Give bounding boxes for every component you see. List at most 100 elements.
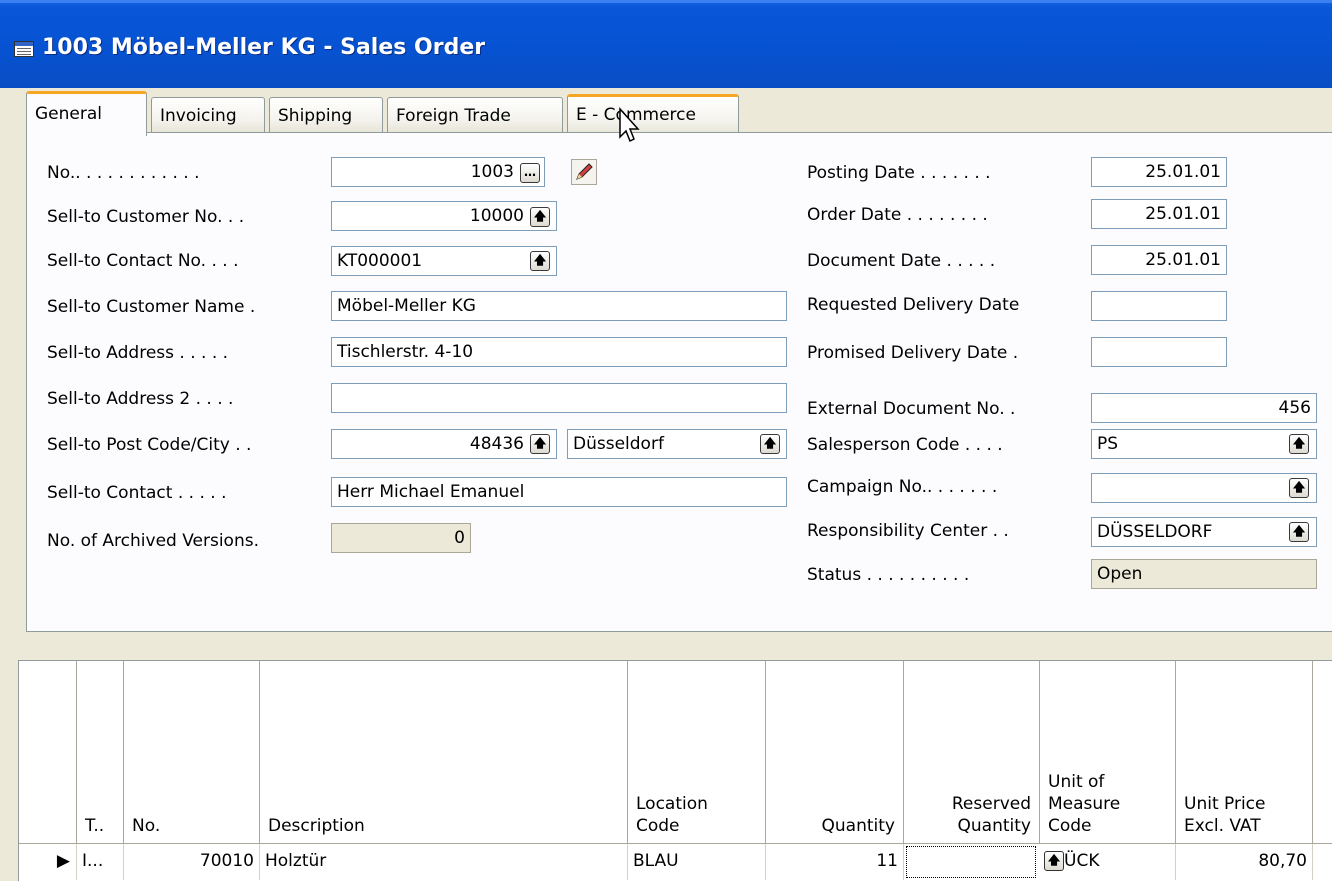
lookup-arrow-icon[interactable]: 🡅 <box>530 434 550 454</box>
line-reserved-quantity-cell[interactable] <box>906 846 1036 878</box>
sell-to-customer-no-label: Sell-to Customer No. . . <box>47 207 245 227</box>
sell-to-contact-value: Herr Michael Emanuel <box>337 482 525 502</box>
lookup-arrow-icon[interactable]: 🡅 <box>530 207 550 227</box>
line-quantity-cell[interactable]: 11 <box>766 844 904 880</box>
sell-to-post-code-field[interactable]: 48436 <box>331 429 557 459</box>
promised-delivery-date-field[interactable] <box>1091 337 1227 367</box>
no-value: 1003 <box>470 162 514 182</box>
header-label: Location Code <box>636 793 708 837</box>
lookup-arrow-icon[interactable]: 🡅 <box>530 251 550 271</box>
column-header-description[interactable]: Description <box>260 661 628 843</box>
sell-to-address-2-field[interactable] <box>331 383 787 413</box>
mouse-cursor-icon <box>619 107 640 143</box>
no-field[interactable]: 1003 <box>331 157 545 187</box>
line-no-cell[interactable]: 70010 <box>124 844 260 880</box>
header-line: Measure <box>1048 794 1121 814</box>
sell-to-contact-no-field[interactable]: KT000001 <box>331 246 557 276</box>
salesperson-code-field[interactable]: PS <box>1091 429 1317 459</box>
lookup-arrow-icon[interactable]: 🡅 <box>760 434 780 454</box>
external-document-no-value: 456 <box>1278 398 1311 418</box>
lookup-arrow-icon[interactable]: 🡅 <box>1289 434 1309 454</box>
card-panel: General Invoicing Shipping Foreign Trade… <box>18 88 1332 638</box>
header-label: Description <box>268 816 365 836</box>
post-code-value: 48436 <box>469 434 524 454</box>
column-header-no[interactable]: No. <box>124 661 260 843</box>
column-header-type[interactable]: T.. <box>77 661 124 843</box>
column-header-unit-price[interactable]: Unit Price Excl. VAT <box>1176 661 1313 843</box>
lookup-arrow-icon[interactable]: 🡅 <box>1289 478 1309 498</box>
header-label: Unit Price Excl. VAT <box>1184 793 1265 837</box>
campaign-no-label: Campaign No.. . . . . . . <box>807 477 998 497</box>
sell-to-customer-no-value: 10000 <box>469 206 524 226</box>
sell-to-customer-name-field[interactable]: Möbel-Meller KG <box>331 291 787 321</box>
tab-shipping[interactable]: Shipping <box>269 97 383 134</box>
no-archived-versions-field: 0 <box>331 523 471 553</box>
line-unit-price-cell[interactable]: 80,70 <box>1176 844 1313 880</box>
no-label: No.. . . . . . . . . . . . <box>47 163 200 183</box>
external-document-no-field[interactable]: 456 <box>1091 393 1317 423</box>
tab-foreign-trade[interactable]: Foreign Trade <box>387 97 563 134</box>
tab-label: General <box>35 104 102 124</box>
order-date-field[interactable]: 25.01.01 <box>1091 199 1227 229</box>
column-header-reserved-quantity[interactable]: Reserved Quantity <box>904 661 1040 843</box>
sell-to-contact-field[interactable]: Herr Michael Emanuel <box>331 477 787 507</box>
sell-to-customer-name-value: Möbel-Meller KG <box>337 296 476 316</box>
order-date-label: Order Date . . . . . . . . <box>807 205 988 225</box>
tab-label: Invoicing <box>160 106 237 126</box>
sell-to-address-2-label: Sell-to Address 2 . . . . <box>47 389 234 409</box>
lookup-arrow-icon[interactable]: 🡅 <box>1289 522 1309 542</box>
window-title: 1003 Möbel-Meller KG - Sales Order <box>42 35 486 60</box>
salesperson-code-value: PS <box>1097 434 1119 454</box>
tab-general[interactable]: General <box>26 91 147 136</box>
header-line: Code <box>636 816 680 836</box>
tab-label: Shipping <box>278 106 353 126</box>
sell-to-post-code-city-label: Sell-to Post Code/City . . <box>47 435 252 455</box>
sell-to-customer-name-label: Sell-to Customer Name . <box>47 297 256 317</box>
campaign-no-field[interactable] <box>1091 473 1317 503</box>
line-location-code-cell[interactable]: BLAU <box>628 844 766 880</box>
table-row[interactable]: ▶ I... 70010 Holztür BLAU 11 🡅 ÜCK 80,70 <box>19 843 1332 881</box>
sell-to-contact-label: Sell-to Contact . . . . . <box>47 483 227 503</box>
edit-pencil-icon[interactable] <box>571 159 597 185</box>
row-selector-arrow-icon[interactable]: ▶ <box>19 844 77 880</box>
tab-e-commerce[interactable]: E - Commerce <box>567 94 739 136</box>
header-label: T.. <box>85 816 105 836</box>
header-line: Unit Price <box>1184 794 1266 814</box>
posting-date-field[interactable]: 25.01.01 <box>1091 157 1227 187</box>
line-unit-of-measure-cell[interactable]: 🡅 ÜCK <box>1040 844 1176 880</box>
sales-lines-grid: T.. No. Description Location Code Quantit… <box>18 660 1332 881</box>
responsibility-center-field[interactable]: DÜSSELDORF <box>1091 517 1317 547</box>
column-header-unit-of-measure-code[interactable]: Unit of Measure Code <box>1040 661 1176 843</box>
assist-edit-button[interactable]: … <box>520 163 540 183</box>
status-label: Status . . . . . . . . . . <box>807 565 970 585</box>
form-icon <box>14 41 34 57</box>
status-field: Open <box>1091 559 1317 589</box>
sell-to-address-label: Sell-to Address . . . . . <box>47 343 229 363</box>
sell-to-city-field[interactable]: Düsseldorf <box>567 429 787 459</box>
requested-delivery-date-label: Requested Delivery Date <box>807 295 1020 315</box>
header-label: Reserved Quantity <box>952 793 1031 837</box>
header-line: Reserved <box>951 794 1031 814</box>
line-type-cell[interactable]: I... <box>77 844 124 880</box>
sell-to-customer-no-field[interactable]: 10000 <box>331 201 557 231</box>
document-date-field[interactable]: 25.01.01 <box>1091 245 1227 275</box>
responsibility-center-label: Responsibility Center . . <box>807 521 1009 541</box>
header-line: Unit of <box>1048 772 1105 792</box>
header-label: No. <box>132 816 161 836</box>
promised-delivery-date-label: Promised Delivery Date . <box>807 343 1019 363</box>
sell-to-address-field[interactable]: Tischlerstr. 4-10 <box>331 337 787 367</box>
column-header-location-code[interactable]: Location Code <box>628 661 766 843</box>
requested-delivery-date-field[interactable] <box>1091 291 1227 321</box>
responsibility-center-value: DÜSSELDORF <box>1097 522 1213 542</box>
document-date-value: 25.01.01 <box>1145 250 1221 270</box>
column-header-quantity[interactable]: Quantity <box>766 661 904 843</box>
document-date-label: Document Date . . . . . <box>807 251 996 271</box>
sell-to-address-value: Tischlerstr. 4-10 <box>337 342 474 362</box>
lookup-arrow-icon[interactable]: 🡅 <box>1044 851 1064 871</box>
tab-invoicing[interactable]: Invoicing <box>151 97 265 134</box>
header-label: Unit of Measure Code <box>1048 771 1120 837</box>
window-titlebar: 1003 Möbel-Meller KG - Sales Order <box>0 0 1332 88</box>
row-selector-header <box>19 661 77 843</box>
line-description-cell[interactable]: Holztür <box>260 844 628 880</box>
unit-of-measure-value: ÜCK <box>1064 851 1100 871</box>
